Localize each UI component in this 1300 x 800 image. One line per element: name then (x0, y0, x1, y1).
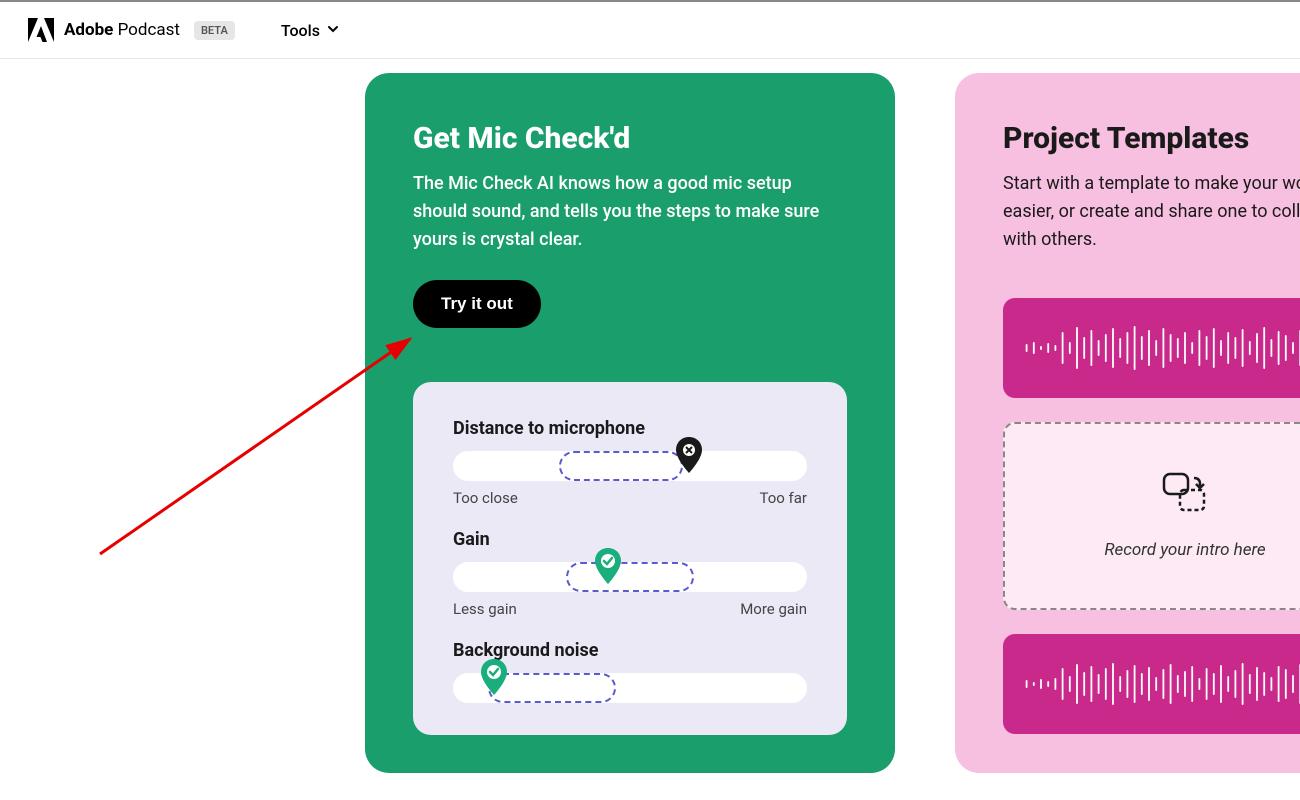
adobe-logo-icon (28, 18, 54, 42)
record-placeholder[interactable]: Record your intro here (1003, 422, 1300, 610)
templates-card: Project Templates Start with a template … (955, 73, 1300, 773)
record-loop-icon (1160, 472, 1210, 518)
templates-description: Start with a template to make your workf… (1003, 170, 1300, 254)
noise-slider-group: Background noise (453, 640, 807, 703)
noise-slider-track[interactable] (453, 673, 807, 703)
try-it-out-button[interactable]: Try it out (413, 280, 541, 328)
content-area: Get Mic Check'd The Mic Check AI knows h… (0, 59, 1300, 773)
tools-menu[interactable]: Tools (281, 21, 340, 40)
gain-target-zone (566, 562, 693, 592)
mic-check-panel: Distance to microphone Too close Too far… (413, 382, 847, 735)
marker-pass-icon (595, 548, 621, 584)
distance-target-zone (559, 451, 683, 481)
beta-badge: BETA (194, 21, 235, 40)
gain-right-label: More gain (740, 600, 807, 618)
distance-range-labels: Too close Too far (453, 489, 807, 507)
mic-check-description: The Mic Check AI knows how a good mic se… (413, 170, 847, 254)
waveform-icon (1023, 659, 1300, 709)
templates-area: Record your intro here (1003, 298, 1300, 734)
gain-slider-track[interactable] (453, 562, 807, 592)
gain-label: Gain (453, 529, 807, 550)
marker-pass-icon (481, 659, 507, 695)
marker-fail-icon (676, 437, 702, 473)
brand-name: Adobe Podcast (64, 20, 180, 40)
gain-left-label: Less gain (453, 600, 517, 618)
mic-check-title: Get Mic Check'd (413, 121, 847, 156)
distance-slider-track[interactable] (453, 451, 807, 481)
distance-right-label: Too far (759, 489, 807, 507)
header: Adobe Podcast BETA Tools (0, 2, 1300, 59)
record-placeholder-text: Record your intro here (1104, 540, 1265, 560)
tools-label: Tools (281, 21, 320, 40)
waveform-track[interactable] (1003, 298, 1300, 398)
gain-range-labels: Less gain More gain (453, 600, 807, 618)
distance-label: Distance to microphone (453, 418, 807, 439)
mic-check-card: Get Mic Check'd The Mic Check AI knows h… (365, 73, 895, 773)
gain-slider-group: Gain Less gain More gain (453, 529, 807, 618)
logo-group[interactable]: Adobe Podcast BETA (28, 18, 235, 42)
waveform-track[interactable] (1003, 634, 1300, 734)
noise-label: Background noise (453, 640, 807, 661)
distance-left-label: Too close (453, 489, 518, 507)
templates-title: Project Templates (1003, 121, 1300, 156)
distance-slider-group: Distance to microphone Too close Too far (453, 418, 807, 507)
waveform-icon (1023, 323, 1300, 373)
chevron-down-icon (326, 21, 340, 40)
noise-target-zone (488, 673, 615, 703)
